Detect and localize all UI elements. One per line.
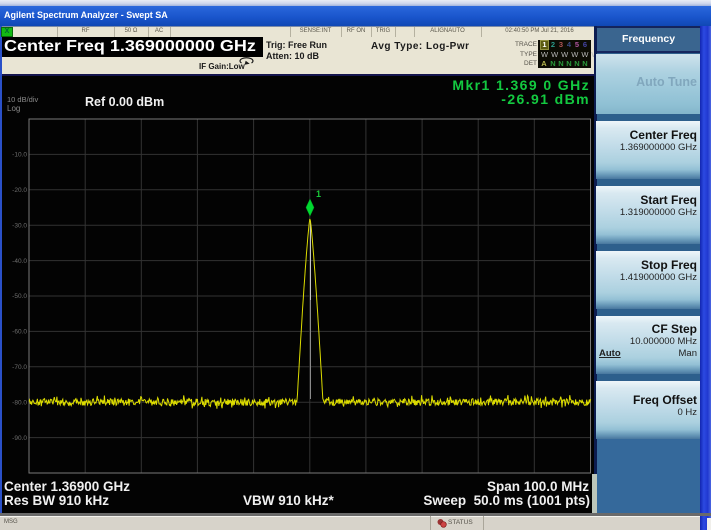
svg-text:1: 1 xyxy=(316,189,321,199)
svg-text:-30.0: -30.0 xyxy=(12,222,27,229)
svg-text:-50.0: -50.0 xyxy=(12,293,27,300)
svg-text:-40.0: -40.0 xyxy=(12,258,27,265)
svg-text:-90.0: -90.0 xyxy=(12,435,27,442)
svg-text:-20.0: -20.0 xyxy=(12,187,27,194)
svg-text:-70.0: -70.0 xyxy=(12,364,27,371)
svg-text:-80.0: -80.0 xyxy=(12,399,27,406)
svg-text:-60.0: -60.0 xyxy=(12,329,27,336)
svg-text:-10.0: -10.0 xyxy=(12,152,27,159)
